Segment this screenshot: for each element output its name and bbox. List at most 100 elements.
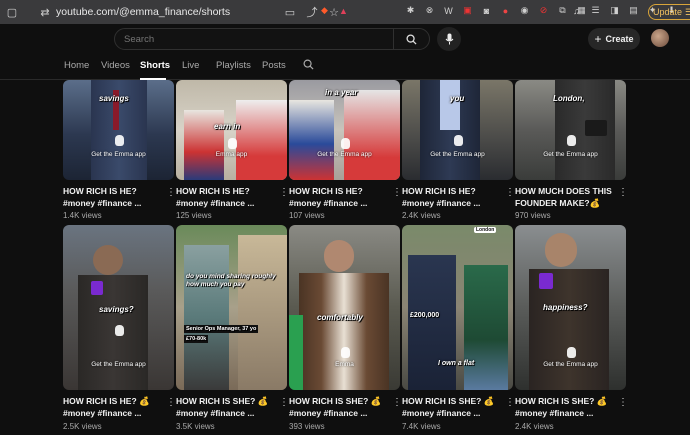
more-options-icon[interactable]: ⋮ xyxy=(279,188,289,198)
short-thumbnail[interactable]: earn in Emma app xyxy=(176,80,287,180)
location-badge: London xyxy=(474,227,497,233)
short-thumbnail[interactable]: London, Get the Emma app xyxy=(515,80,626,180)
extension-image-icon[interactable]: ⧉ xyxy=(556,4,569,17)
tab-shorts[interactable]: Shorts xyxy=(140,60,170,71)
short-thumbnail[interactable]: happiness? Get the Emma app xyxy=(515,225,626,390)
create-label: Create xyxy=(605,34,634,44)
brave-rewards-icon[interactable]: ▲ xyxy=(337,4,350,17)
short-thumbnail[interactable]: do you mind sharing roughly how much you… xyxy=(176,225,287,390)
emma-bear-icon xyxy=(566,135,576,146)
cast-icon[interactable]: ▭ xyxy=(282,4,298,20)
extension-rec-icon[interactable]: ◉ xyxy=(518,4,531,17)
short-card[interactable]: London £200,000 I own a flat HOW RICH IS… xyxy=(402,225,515,435)
extension-w-icon[interactable]: W xyxy=(442,4,455,17)
channel-tabs: Home Videos Shorts Live Playlists Posts xyxy=(0,54,690,80)
short-title[interactable]: HOW MUCH DOES THIS FOUNDER MAKE?💰 xyxy=(515,185,615,209)
tab-posts[interactable]: Posts xyxy=(262,60,286,71)
view-count: 107 views xyxy=(289,211,325,220)
short-thumbnail[interactable]: London £200,000 I own a flat xyxy=(402,225,513,390)
short-title[interactable]: HOW RICH IS HE? 💰 #money #finance ... xyxy=(63,395,163,419)
plus-icon: + xyxy=(594,32,602,46)
short-card[interactable]: London, Get the Emma app HOW MUCH DOES T… xyxy=(515,80,628,225)
short-title[interactable]: HOW RICH IS HE? #money #finance ... xyxy=(289,185,389,209)
avatar[interactable] xyxy=(651,29,669,47)
emma-bear-icon xyxy=(340,347,350,358)
extension-new-icon[interactable]: ▣ xyxy=(461,4,474,17)
short-title[interactable]: HOW RICH IS SHE? 💰 #money #finance ... xyxy=(515,395,615,419)
short-card[interactable]: do you mind sharing roughly how much you… xyxy=(176,225,289,435)
tab-playlists[interactable]: Playlists xyxy=(216,60,251,71)
short-thumbnail[interactable]: savings? Get the Emma app xyxy=(63,225,174,390)
job-badge: Senior Ops Manager, 37 yo xyxy=(184,325,259,333)
short-title[interactable]: HOW RICH IS HE? #money #finance ... xyxy=(63,185,163,209)
create-button[interactable]: + Create xyxy=(588,28,640,50)
short-title[interactable]: HOW RICH IS SHE? 💰 #money #finance ... xyxy=(289,395,389,419)
extension-settings-icon[interactable]: ✱ xyxy=(404,4,417,17)
search-input[interactable] xyxy=(115,29,385,50)
thumbnail-caption: do you mind sharing roughly how much you… xyxy=(186,273,276,288)
short-card[interactable]: earn in Emma app HOW RICH IS HE? #money … xyxy=(176,80,289,225)
more-options-icon[interactable]: ⋮ xyxy=(505,398,515,408)
thumbnail-caption: London, xyxy=(553,94,585,103)
short-thumbnail[interactable]: in a year Get the Emma app xyxy=(289,80,400,180)
camera-icon[interactable]: ◙ xyxy=(480,4,493,17)
short-card[interactable]: happiness? Get the Emma app HOW RICH IS … xyxy=(515,225,628,435)
more-options-icon[interactable]: ⋮ xyxy=(166,398,176,408)
salary-badge: £70-80k xyxy=(184,335,209,343)
microphone-icon xyxy=(445,33,453,45)
short-card[interactable]: savings? Get the Emma app HOW RICH IS HE… xyxy=(63,225,176,435)
wallet-icon[interactable]: ▤ xyxy=(627,4,640,17)
update-button[interactable]: Update ☰ xyxy=(648,4,690,20)
emma-app-text: Get the Emma app xyxy=(543,361,598,368)
page-scrollbar[interactable] xyxy=(682,80,688,435)
shorts-grid: savings Get the Emma app HOW RICH IS HE?… xyxy=(0,80,690,435)
short-title[interactable]: HOW RICH IS HE? #money #finance ... xyxy=(176,185,276,209)
emma-bear-icon xyxy=(453,135,463,146)
reading-list-icon[interactable]: ☰ xyxy=(589,4,602,17)
short-thumbnail[interactable]: savings Get the Emma app xyxy=(63,80,174,180)
emma-bear-icon xyxy=(566,347,576,358)
address-bar[interactable]: youtube.com/@emma_finance/shorts xyxy=(56,6,230,18)
update-label: Update xyxy=(653,7,683,17)
view-count: 2.5K views xyxy=(63,422,102,431)
short-card[interactable]: savings Get the Emma app HOW RICH IS HE?… xyxy=(63,80,176,225)
sidebar-toggle-icon[interactable]: ▢ xyxy=(4,4,20,20)
youtube-header: + Create xyxy=(0,24,690,54)
short-thumbnail[interactable]: comfortably Emma xyxy=(289,225,400,390)
more-options-icon[interactable]: ⋮ xyxy=(279,398,289,408)
short-card[interactable]: you Get the Emma app HOW RICH IS HE? #mo… xyxy=(402,80,515,225)
short-title[interactable]: HOW RICH IS SHE? 💰 #money #finance ... xyxy=(402,395,502,419)
view-count: 125 views xyxy=(176,211,212,220)
tab-live[interactable]: Live xyxy=(182,60,199,71)
short-card[interactable]: in a year Get the Emma app HOW RICH IS H… xyxy=(289,80,402,225)
more-options-icon[interactable]: ⋮ xyxy=(618,398,628,408)
tab-search-icon[interactable] xyxy=(303,59,314,73)
brave-shield-icon[interactable]: ◆ xyxy=(318,4,331,17)
short-title[interactable]: HOW RICH IS SHE? 💰 #money #finance ... xyxy=(176,395,276,419)
more-options-icon[interactable]: ⋮ xyxy=(166,188,176,198)
more-options-icon[interactable]: ⋮ xyxy=(392,398,402,408)
extension-red-icon[interactable]: ● xyxy=(499,4,512,17)
search-button[interactable] xyxy=(393,29,429,49)
thumbnail-caption: I own a flat xyxy=(438,360,475,367)
more-options-icon[interactable]: ⋮ xyxy=(618,188,628,198)
short-title[interactable]: HOW RICH IS HE? #money #finance ... xyxy=(402,185,502,209)
thumbnail-caption: savings xyxy=(99,94,129,103)
voice-search-button[interactable] xyxy=(437,27,461,51)
emma-bear-icon xyxy=(114,325,124,336)
search-box xyxy=(114,28,430,50)
sidebar-panel-icon[interactable]: ◨ xyxy=(608,4,621,17)
extension-circle-icon[interactable]: ⊗ xyxy=(423,4,436,17)
tab-home[interactable]: Home xyxy=(64,60,89,71)
view-count: 2.4K views xyxy=(515,422,554,431)
more-options-icon[interactable]: ⋮ xyxy=(392,188,402,198)
short-thumbnail[interactable]: you Get the Emma app xyxy=(402,80,513,180)
short-card[interactable]: comfortably Emma HOW RICH IS SHE? 💰 #mon… xyxy=(289,225,402,435)
site-settings-icon[interactable]: ⇄ xyxy=(38,4,52,20)
extension-red-circle-icon[interactable]: ⊘ xyxy=(537,4,550,17)
music-icon[interactable]: ♫ xyxy=(570,4,583,17)
tab-videos[interactable]: Videos xyxy=(101,60,130,71)
emma-app-text: Get the Emma app xyxy=(430,151,485,158)
more-options-icon[interactable]: ⋮ xyxy=(505,188,515,198)
thumbnail-caption: earn in xyxy=(214,122,241,131)
